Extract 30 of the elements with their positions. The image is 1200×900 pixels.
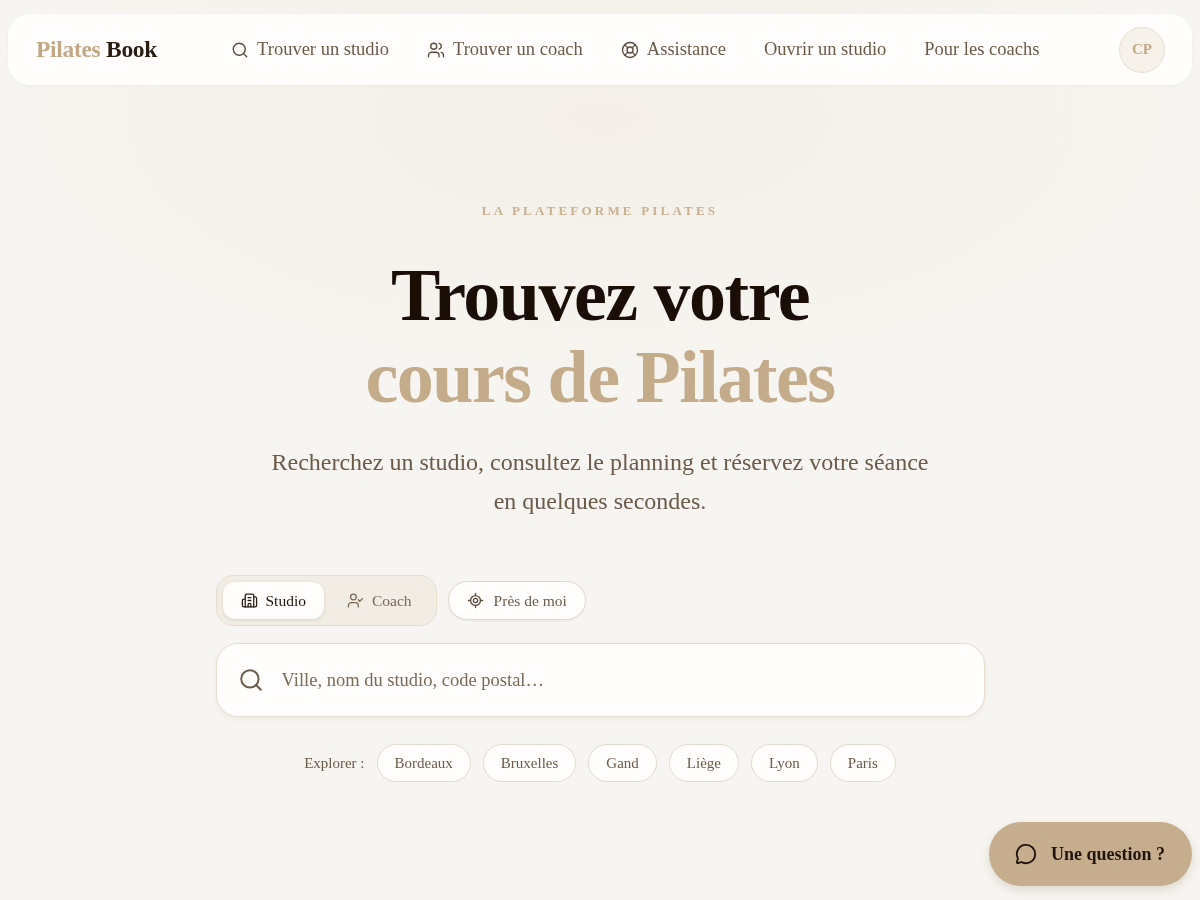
eyebrow-text: LA PLATEFORME PILATES bbox=[481, 203, 719, 219]
headline-accent: cours de Pilates bbox=[365, 336, 835, 418]
chat-button[interactable]: Une question ? bbox=[988, 822, 1192, 886]
subtitle: Recherchez un studio, consultez le planning et réservez votre séance en quelques secondes. bbox=[270, 448, 930, 516]
lifebuoy-icon bbox=[620, 40, 639, 59]
people-icon bbox=[427, 40, 445, 59]
building-icon bbox=[240, 592, 258, 609]
nav-link[interactable]: Assistance bbox=[620, 39, 726, 60]
chat-bubble-icon bbox=[1014, 843, 1037, 865]
search-field[interactable]: Ville, nom du studio, code postal… bbox=[215, 643, 985, 717]
headline: Trouvez votre bbox=[390, 254, 810, 336]
city-chip[interactable]: Bordeaux bbox=[376, 744, 471, 782]
nav-link[interactable]: Trouver un coach bbox=[427, 39, 583, 60]
nav-link[interactable]: Trouver un studio bbox=[231, 39, 389, 60]
logo[interactable]: Pilates Book bbox=[36, 36, 158, 63]
city-chip[interactable]: Liège bbox=[668, 744, 739, 782]
nearby-button[interactable]: Près de moi bbox=[447, 581, 586, 620]
search-icon bbox=[231, 40, 250, 59]
city-chip[interactable]: Lyon bbox=[751, 744, 818, 782]
target-icon bbox=[466, 592, 484, 609]
city-chip[interactable]: Paris bbox=[829, 744, 896, 782]
mode-tab[interactable]: Studio bbox=[222, 582, 324, 619]
nav-link[interactable]: Pour les coachs bbox=[924, 39, 1040, 60]
user-check-icon bbox=[347, 592, 364, 609]
mode-tab[interactable]: Coach bbox=[329, 582, 430, 619]
city-chip[interactable]: Bruxelles bbox=[482, 744, 577, 782]
nav-link[interactable]: Ouvrir un studio bbox=[763, 39, 887, 60]
explore-label: Explorer : bbox=[304, 754, 365, 772]
search-icon bbox=[237, 667, 264, 693]
city-chip[interactable]: Gand bbox=[588, 744, 657, 782]
